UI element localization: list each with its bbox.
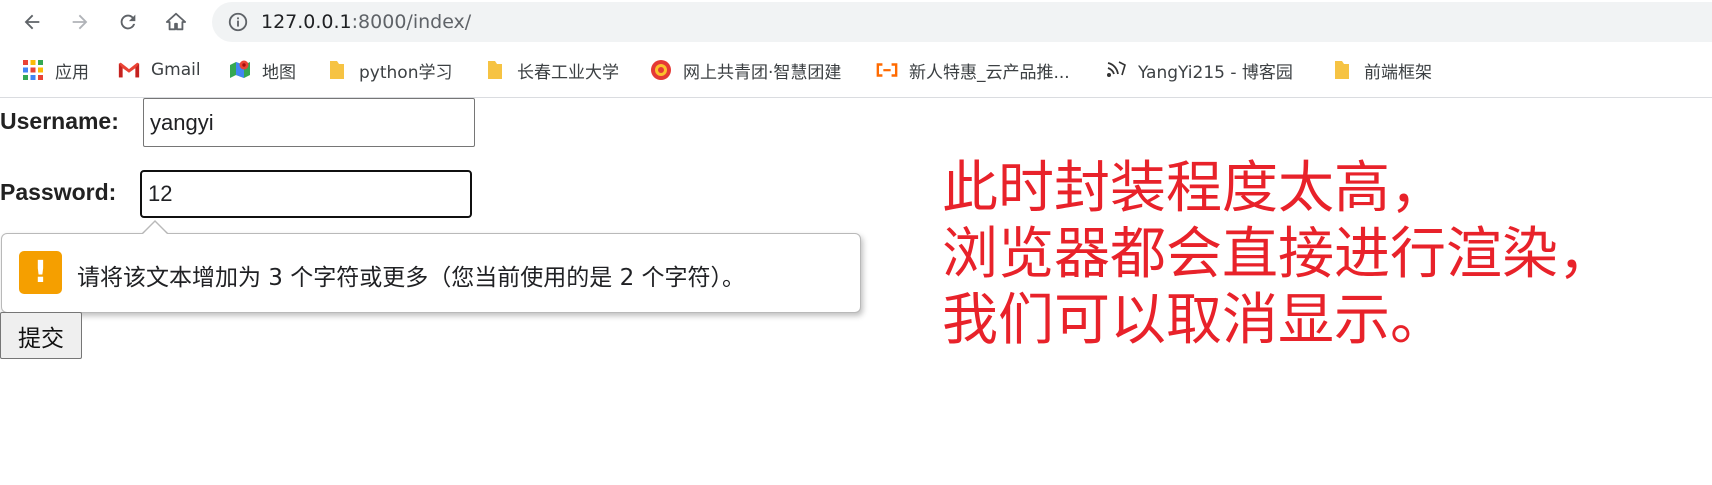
bookmark-label: 应用 xyxy=(55,62,89,83)
browser-toolbar: 127.0.0.1:8000/index/ xyxy=(0,0,1712,44)
bookmark-folder-python[interactable]: python学习 xyxy=(326,57,452,83)
password-label: Password: xyxy=(0,179,117,205)
bookmark-folder-frontend[interactable]: 前端框架 xyxy=(1331,57,1432,83)
bookmark-gmail[interactable]: Gmail xyxy=(118,57,201,83)
folder-icon xyxy=(326,59,348,81)
bookmark-folder-ccut[interactable]: 长春工业大学 xyxy=(484,57,619,83)
username-label: Username: xyxy=(0,108,119,134)
validation-message: 请将该文本增加为 3 个字符或更多（您当前使用的是 2 个字符）。 xyxy=(77,265,746,291)
forward-button[interactable] xyxy=(62,4,98,40)
apps-grid-icon xyxy=(22,59,44,81)
bookmark-label: python学习 xyxy=(359,62,453,83)
folder-icon xyxy=(484,59,506,81)
bookmarks-bar: 应用 Gmail 地图 python学习 长春工业大学 网上共青团·智慧团建 新… xyxy=(0,52,1712,88)
back-button[interactable] xyxy=(14,4,50,40)
folder-icon xyxy=(1331,59,1353,81)
tooltip-arrow-fill xyxy=(142,222,168,235)
reload-icon xyxy=(120,14,136,30)
address-bar[interactable]: 127.0.0.1:8000/index/ xyxy=(212,2,1712,42)
annotation-line: 我们可以取消显示。 xyxy=(942,288,1446,353)
home-icon xyxy=(165,12,187,31)
validation-tooltip: ! 请将该文本增加为 3 个字符或更多（您当前使用的是 2 个字符）。 xyxy=(1,233,861,313)
aliyun-icon xyxy=(876,59,898,81)
url-host: 127.0.0.1 xyxy=(261,11,352,33)
bookmark-maps[interactable]: 地图 xyxy=(229,57,296,83)
arrow-right-icon xyxy=(72,14,88,30)
bookmark-label: 新人特惠_云产品推... xyxy=(909,62,1070,83)
annotation-note: 此时封装程度太高， 浏览器都会直接进行渲染， 我们可以取消显示。 xyxy=(942,156,1614,354)
youth-league-icon xyxy=(650,59,672,81)
submit-button[interactable]: 提交 xyxy=(0,312,82,359)
bookmark-apps[interactable]: 应用 xyxy=(22,57,89,83)
gmail-icon xyxy=(118,59,140,81)
cnblogs-icon xyxy=(1105,59,1127,81)
bookmark-label: 网上共青团·智慧团建 xyxy=(683,62,842,83)
bookmark-cnblogs[interactable]: YangYi215 - 博客园 xyxy=(1105,57,1293,83)
maps-icon xyxy=(229,59,251,81)
bookmark-label: 长春工业大学 xyxy=(517,62,619,83)
url-path: :8000/index/ xyxy=(351,11,472,33)
bookmark-label: Gmail xyxy=(151,60,201,80)
bookmark-youth-league[interactable]: 网上共青团·智慧团建 xyxy=(650,57,841,83)
url-text[interactable]: 127.0.0.1:8000/index/ xyxy=(261,10,471,34)
username-input[interactable] xyxy=(143,98,475,147)
password-input[interactable] xyxy=(140,170,472,218)
bookmark-aliyun[interactable]: 新人特惠_云产品推... xyxy=(876,57,1070,83)
home-button[interactable] xyxy=(158,4,194,40)
warning-icon: ! xyxy=(19,251,62,294)
annotation-line: 浏览器都会直接进行渲染， xyxy=(942,222,1614,287)
annotation-line: 此时封装程度太高， xyxy=(942,156,1446,221)
bookmark-label: 地图 xyxy=(262,62,296,83)
bookmark-label: YangYi215 - 博客园 xyxy=(1138,62,1293,83)
bookmark-label: 前端框架 xyxy=(1364,62,1432,83)
info-icon[interactable] xyxy=(227,11,249,33)
arrow-left-icon xyxy=(24,14,40,30)
reload-button[interactable] xyxy=(110,4,146,40)
